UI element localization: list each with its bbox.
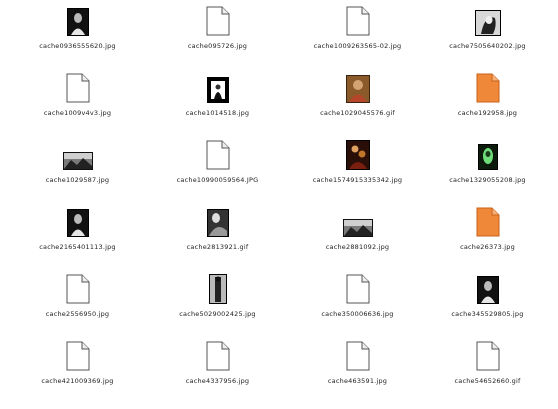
blank-document-icon[interactable] [206, 4, 230, 36]
image-thumbnail-icon[interactable] [477, 138, 498, 170]
image-thumbnail-icon[interactable] [476, 272, 499, 304]
file-name-label: cache7505640202.jpg [449, 42, 526, 50]
image-thumbnail-icon[interactable] [206, 205, 229, 237]
orange-document-icon[interactable] [476, 71, 500, 103]
file-item[interactable]: cache463591.jpg [288, 339, 427, 401]
file-item[interactable]: cache1014518.jpg [148, 71, 287, 133]
image-thumbnail-icon[interactable] [206, 71, 229, 103]
file-name-label: cache095726.jpg [187, 42, 248, 50]
file-name-label: cache463591.jpg [327, 377, 388, 385]
file-item[interactable]: cache7505640202.jpg [418, 4, 557, 66]
file-item[interactable]: cache1574915335342.jpg [288, 138, 427, 200]
blank-document-icon[interactable] [476, 339, 500, 371]
blank-document-icon[interactable] [346, 4, 370, 36]
blank-document-icon[interactable] [346, 272, 370, 304]
file-name-label: cache10990059564.JPG [176, 176, 259, 184]
file-item[interactable]: cache345529805.jpg [418, 272, 557, 334]
file-item[interactable]: cache0936555620.jpg [8, 4, 147, 66]
file-name-label: cache350006636.jpg [321, 310, 394, 318]
file-name-label: cache2813921.gif [186, 243, 249, 251]
file-name-label: cache2881092.jpg [325, 243, 390, 251]
image-thumbnail-icon[interactable] [345, 71, 370, 103]
orange-document-icon[interactable] [476, 205, 500, 237]
file-name-label: cache192958.jpg [457, 109, 518, 117]
file-name-label: cache1014518.jpg [185, 109, 250, 117]
file-name-label: cache1029045576.gif [320, 109, 395, 117]
file-item[interactable]: cache1329055208.jpg [418, 138, 557, 200]
image-thumbnail-icon[interactable] [66, 4, 89, 36]
file-name-label: cache1009263565-02.jpg [313, 42, 402, 50]
file-name-label: cache2556950.jpg [45, 310, 110, 318]
file-item[interactable]: cache1029045576.gif [288, 71, 427, 133]
file-item[interactable]: cache4337956.jpg [148, 339, 287, 401]
file-name-label: cache5029002425.jpg [179, 310, 256, 318]
blank-document-icon[interactable] [346, 339, 370, 371]
blank-document-icon[interactable] [66, 71, 90, 103]
file-item[interactable]: cache095726.jpg [148, 4, 287, 66]
image-thumbnail-icon[interactable] [62, 138, 93, 170]
image-thumbnail-icon[interactable] [342, 205, 373, 237]
file-item[interactable]: cache1029587.jpg [8, 138, 147, 200]
file-name-label: cache1029587.jpg [45, 176, 110, 184]
file-name-label: cache1329055208.jpg [449, 176, 526, 184]
file-name-label: cache345529805.jpg [451, 310, 524, 318]
file-icon-grid: cache0936555620.jpg cache095726.jpg cach… [0, 0, 558, 409]
file-item[interactable]: cache350006636.jpg [288, 272, 427, 334]
file-item[interactable]: cache5029002425.jpg [148, 272, 287, 334]
file-item[interactable]: cache54652660.gif [418, 339, 557, 401]
file-item[interactable]: cache2556950.jpg [8, 272, 147, 334]
file-item[interactable]: cache2881092.jpg [288, 205, 427, 267]
blank-document-icon[interactable] [206, 339, 230, 371]
file-name-label: cache0936555620.jpg [39, 42, 116, 50]
image-thumbnail-icon[interactable] [345, 138, 370, 170]
image-thumbnail-icon[interactable] [474, 4, 501, 36]
blank-document-icon[interactable] [206, 138, 230, 170]
file-item[interactable]: cache192958.jpg [418, 71, 557, 133]
file-item[interactable]: cache1009v4v3.jpg [8, 71, 147, 133]
file-name-label: cache1009v4v3.jpg [43, 109, 112, 117]
file-name-label: cache54652660.gif [454, 377, 521, 385]
file-item[interactable]: cache26373.jpg [418, 205, 557, 267]
blank-document-icon[interactable] [66, 272, 90, 304]
file-item[interactable]: cache2165401113.jpg [8, 205, 147, 267]
file-item[interactable]: cache10990059564.JPG [148, 138, 287, 200]
file-name-label: cache26373.jpg [460, 243, 515, 251]
image-thumbnail-icon[interactable] [66, 205, 89, 237]
file-name-label: cache4337956.jpg [185, 377, 250, 385]
file-item[interactable]: cache1009263565-02.jpg [288, 4, 427, 66]
file-name-label: cache421009369.jpg [41, 377, 114, 385]
file-item[interactable]: cache2813921.gif [148, 205, 287, 267]
file-name-label: cache2165401113.jpg [39, 243, 116, 251]
blank-document-icon[interactable] [66, 339, 90, 371]
file-name-label: cache1574915335342.jpg [312, 176, 403, 184]
image-thumbnail-icon[interactable] [208, 272, 227, 304]
file-item[interactable]: cache421009369.jpg [8, 339, 147, 401]
